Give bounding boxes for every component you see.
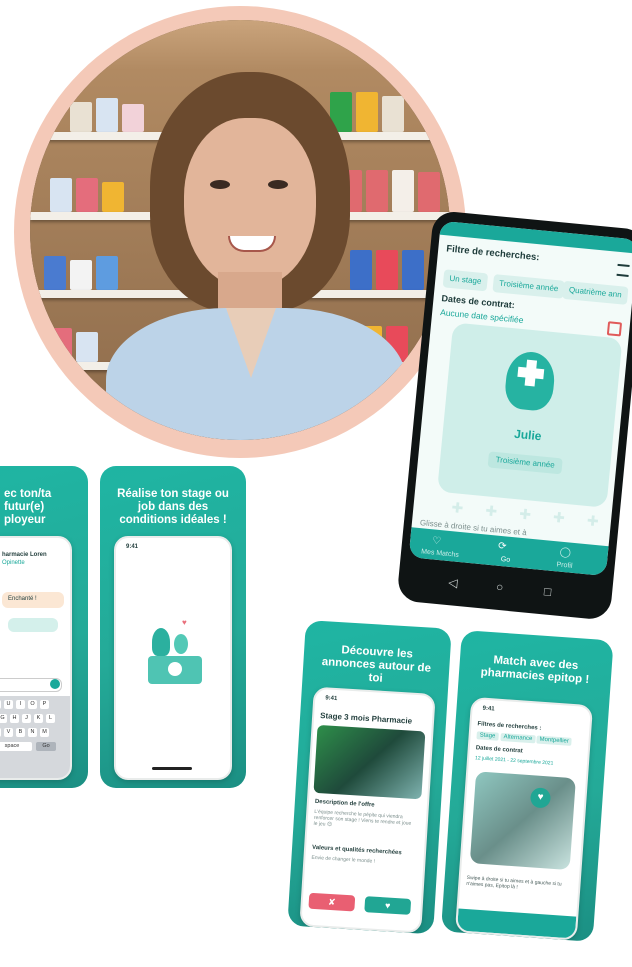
plus-decor-icon: ✚ (518, 505, 532, 523)
match-card[interactable]: ♥ (469, 771, 576, 871)
go-key[interactable]: Go (36, 742, 56, 751)
caption-welcome: Réalise ton stage ou job dans des condit… (117, 488, 229, 526)
status-time: 9:41 (325, 695, 338, 703)
plus-decor-icon: ✚ (450, 499, 465, 517)
values-title: Valeurs et qualités recherchées (311, 844, 402, 857)
like-button[interactable]: ♥ (364, 896, 412, 915)
profile-name: Julie (513, 426, 543, 444)
medkit-illustration (148, 656, 202, 684)
recents-icon[interactable]: □ (543, 584, 552, 599)
key[interactable]: L (46, 714, 55, 723)
chip-alternance[interactable]: Alternance (500, 732, 536, 744)
chip-third-year[interactable]: Troisième année (492, 274, 566, 299)
profile-badge: Troisième année (487, 451, 563, 475)
key[interactable]: M (40, 728, 49, 737)
home-indicator (152, 767, 192, 770)
tab-matches[interactable]: Mes Matchs (421, 548, 459, 559)
status-time: 9:41 (482, 705, 495, 713)
app-card-offers: Découvre les annonces autour de toi 9:41… (287, 620, 452, 935)
tab-profile[interactable]: Profil (556, 561, 573, 569)
iphone-welcome: 9:41 ♥ (114, 536, 232, 780)
caption-offers: Découvre les annonces autour de toi (321, 644, 432, 685)
iphone-offers: 9:41 Stage 3 mois Pharmacie Description … (299, 686, 436, 934)
chip-stage[interactable]: Stage (476, 731, 499, 741)
offer-title: Stage 3 mois Pharmacie (319, 711, 413, 726)
contract-title: Dates de contrat (475, 745, 523, 755)
contract-value[interactable]: 12 juillet 2021 - 22 septembre 2021 (475, 755, 554, 766)
home-icon[interactable]: ○ (496, 580, 505, 595)
contact-name: harmacie Loren (2, 552, 47, 558)
android-phone: Filtre de recherches: Un stage Troisième… (396, 210, 632, 621)
filter-title: Filtres de recherches : (477, 721, 542, 732)
app-card-match: Match avec des pharmacies epitop ! 9:41 … (440, 630, 614, 942)
status-time: 9:41 (126, 544, 139, 550)
plus-decor-icon: ✚ (484, 502, 498, 520)
caption-match: Match avec des pharmacies epitop ! (480, 654, 590, 686)
plus-decor-icon: ✚ (552, 508, 566, 526)
desc-body: L'équipe recherche le pépite qui viendra… (313, 808, 412, 828)
key[interactable]: O (28, 700, 37, 709)
iphone-chat: harmacie Loren Opinette Enchanté ! ller … (0, 536, 72, 780)
back-icon[interactable]: ◁ (448, 575, 459, 590)
pharmacy-photo (313, 724, 426, 800)
key[interactable]: V (4, 728, 13, 737)
chip-stage[interactable]: Un stage (442, 269, 489, 292)
bottom-tabbar (457, 908, 577, 939)
swipe-hint: Swipe à droite si tu aimes et à gauche s… (466, 874, 562, 891)
user-icon[interactable]: ◯ (559, 547, 571, 559)
caption-chat: ec ton/ta futur(e) ployeur (4, 488, 52, 526)
key[interactable]: N (28, 728, 37, 737)
reply-bubble (8, 618, 58, 632)
app-card-welcome: Réalise ton stage ou job dans des condit… (100, 466, 246, 788)
app-card-chat: ec ton/ta futur(e) ployeur harmacie Lore… (0, 466, 88, 788)
desc-title: Description de l'offre (314, 798, 375, 809)
filter-title: Filtre de recherches: (445, 243, 540, 264)
key[interactable]: I (16, 700, 25, 709)
key[interactable]: B (16, 728, 25, 737)
portrait-photo (30, 20, 450, 440)
key[interactable]: G (0, 714, 7, 723)
key[interactable]: H (10, 714, 19, 723)
iphone-match: 9:41 Filtres de recherches : Stage Alter… (454, 696, 594, 941)
keyboard: T Y U I O P F G H J K L C V B N M space … (0, 696, 70, 778)
chip-city[interactable]: Montpellier (536, 735, 573, 746)
snake-mascot-icon (174, 634, 188, 654)
key[interactable]: J (22, 714, 31, 723)
profile-card[interactable]: Julie Troisième année (437, 322, 623, 508)
key[interactable]: P (40, 700, 49, 709)
dislike-button[interactable]: ✘ (308, 892, 356, 912)
message-bubble: Enchanté ! (2, 592, 64, 608)
key[interactable]: K (34, 714, 43, 723)
heart-icon: ♥ (182, 618, 187, 627)
refresh-icon[interactable]: ⟳ (498, 541, 507, 553)
contact-sub[interactable]: Opinette (2, 560, 25, 566)
calendar-icon[interactable] (606, 321, 623, 337)
key[interactable]: C (0, 728, 1, 737)
heart-icon: ♥ (529, 787, 552, 809)
space-key[interactable]: space (0, 742, 32, 751)
key[interactable]: Y (0, 700, 1, 709)
heart-icon[interactable]: ♡ (432, 535, 442, 547)
key[interactable]: U (4, 700, 13, 709)
message-text: Enchanté ! (8, 596, 37, 602)
snake-mascot-icon (152, 628, 170, 656)
filter-icon[interactable] (616, 263, 630, 277)
values-body: Envie de changer le monde ! (311, 854, 376, 865)
send-icon[interactable] (50, 679, 60, 689)
plus-decor-icon: ✚ (586, 512, 600, 530)
chip-fourth-year[interactable]: Quatrième ann (562, 280, 629, 305)
android-screen: Filtre de recherches: Un stage Troisième… (408, 220, 632, 577)
snake-mascot-icon (503, 349, 557, 413)
tab-go[interactable]: Go (500, 556, 510, 564)
